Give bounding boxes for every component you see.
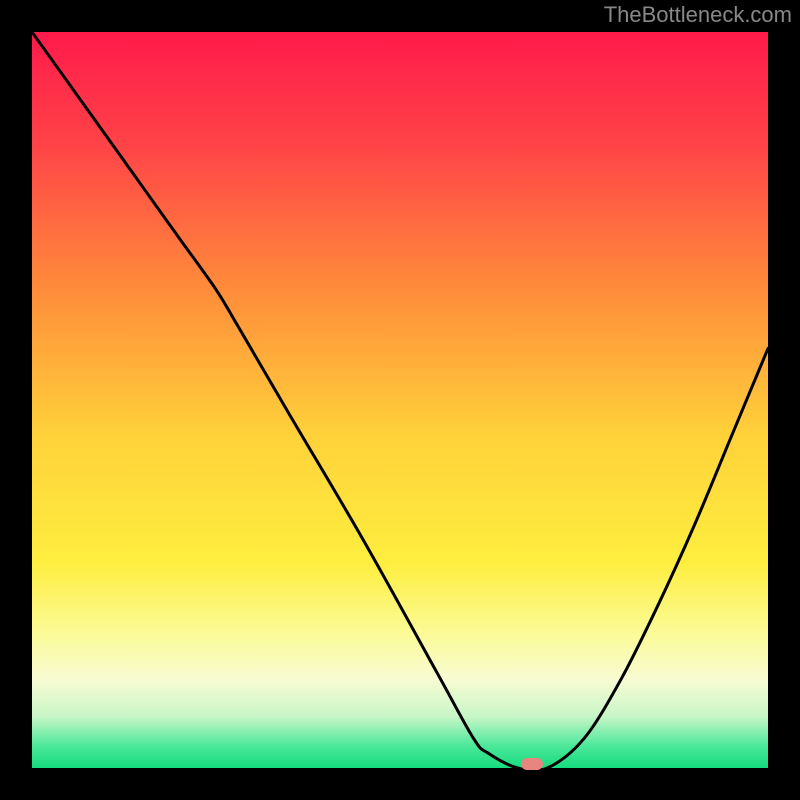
plot-area: [32, 32, 768, 768]
attribution-text: TheBottleneck.com: [604, 2, 792, 28]
chart-background-gradient: [32, 32, 768, 768]
optimal-point-marker: [521, 758, 543, 770]
